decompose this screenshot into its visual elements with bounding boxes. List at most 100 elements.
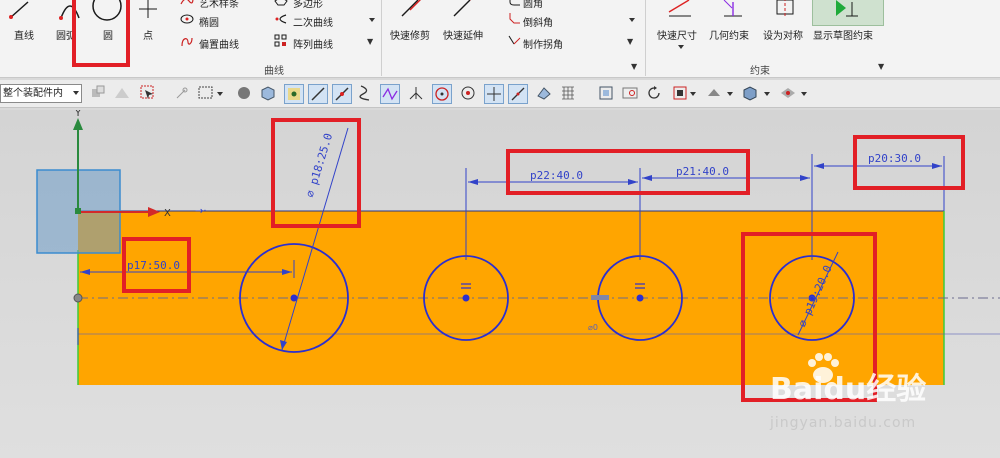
snap-curve-button[interactable] <box>356 84 376 104</box>
snap-midpoint-button[interactable] <box>332 84 352 104</box>
endpoint-icon <box>311 87 325 101</box>
chamfer-icon[interactable] <box>508 13 520 25</box>
point-button-label[interactable]: 点 <box>143 27 153 42</box>
point-icon[interactable] <box>138 0 158 20</box>
fit-view-button[interactable] <box>596 84 616 104</box>
select-multiple-button[interactable] <box>138 84 158 104</box>
shaded-view-button[interactable] <box>740 84 760 104</box>
arc-icon[interactable] <box>58 0 82 20</box>
snap-arc-center-button[interactable] <box>432 84 452 104</box>
chamfer-label[interactable]: 倒斜角 <box>523 14 553 29</box>
snap-quadrant-button[interactable] <box>458 84 478 104</box>
snap-tangent-button[interactable] <box>406 84 426 104</box>
curve-group-menu-icon[interactable]: ▼ <box>631 62 637 71</box>
rapid-dimension-icon[interactable] <box>667 0 693 18</box>
zoom-view-button[interactable] <box>620 84 640 104</box>
line-icon[interactable] <box>8 0 30 20</box>
orient-dropdown-icon[interactable] <box>690 92 696 96</box>
polygon-label[interactable]: 多边形 <box>293 0 323 10</box>
circle-button-label[interactable]: 圆 <box>103 27 113 42</box>
rectangle-select-dropdown-icon[interactable] <box>217 92 223 96</box>
ellipse-label[interactable]: 椭圆 <box>199 14 219 29</box>
centerline-endpoint[interactable] <box>73 293 83 303</box>
snap-intersection-button[interactable] <box>380 84 400 104</box>
circle-2-center[interactable] <box>462 294 470 302</box>
make-symmetric-label[interactable]: 设为对称 <box>763 27 803 42</box>
fillet-label[interactable]: 圆角 <box>523 0 543 10</box>
curve-icon <box>359 85 370 101</box>
snap-face-button[interactable] <box>534 84 554 104</box>
selection-toolbar: 整个装配件内 <box>0 80 1000 108</box>
make-corner-label[interactable]: 制作拐角 <box>523 36 563 51</box>
visibility-dropdown-icon[interactable] <box>801 92 807 96</box>
pattern-curve-icon[interactable] <box>274 34 288 48</box>
snap-endpoint-button[interactable] <box>308 84 328 104</box>
show-sketch-constraints-icon[interactable] <box>832 0 860 20</box>
rapid-dimension-dropdown-icon[interactable] <box>678 45 684 49</box>
arc-button-label[interactable]: 圆弧 <box>56 27 76 42</box>
fit-icon <box>599 86 613 100</box>
control-point-icon <box>288 88 300 100</box>
conic-label[interactable]: 二次曲线 <box>293 14 333 29</box>
snap-control-point-button[interactable] <box>284 84 304 104</box>
edit-gallery-expand-icon[interactable]: ▼ <box>627 37 633 46</box>
view-orientation-button[interactable] <box>670 84 690 104</box>
watermark-url: jingyan.baidu.com <box>770 415 917 431</box>
p22-dimension-label[interactable]: p22:40.0 <box>530 169 583 182</box>
chevron-down-icon[interactable] <box>73 91 79 95</box>
tangent-icon <box>409 87 423 100</box>
rectangle-select-button[interactable] <box>196 84 216 104</box>
rapid-dimension-label[interactable]: 快速尺寸 <box>657 27 697 42</box>
more-edit-dropdown-icon[interactable] <box>629 18 635 22</box>
offset-curve-label[interactable]: 偏置曲线 <box>199 36 239 51</box>
quick-trim-icon[interactable] <box>400 0 426 18</box>
p17-dimension-label[interactable]: p17:50.0 <box>127 259 180 272</box>
make-symmetric-icon[interactable] <box>772 0 798 18</box>
quick-extend-label[interactable]: 快速延伸 <box>443 27 483 42</box>
arc-center-icon <box>435 87 449 101</box>
snap-point-on-curve-button[interactable] <box>508 84 528 104</box>
geometric-constraints-label[interactable]: 几何约束 <box>709 27 749 42</box>
quadrant-icon <box>461 86 475 100</box>
feature-filter-button[interactable] <box>258 84 278 104</box>
more-curves-dropdown-icon[interactable] <box>369 18 375 22</box>
constraint-group-menu-icon[interactable]: ▼ <box>878 62 884 71</box>
quick-extend-icon[interactable] <box>452 0 478 18</box>
snap-bounded-grid-button[interactable] <box>558 84 578 104</box>
render-style-button[interactable] <box>704 84 724 104</box>
face-icon <box>537 87 551 100</box>
snap-settings-button[interactable] <box>172 84 192 104</box>
curve-gallery-expand-icon[interactable]: ▼ <box>367 37 373 46</box>
y-axis-label: Y <box>74 110 82 119</box>
quick-trim-label[interactable]: 快速修剪 <box>390 27 430 42</box>
circle-icon[interactable] <box>92 0 122 22</box>
show-sketch-constraints-label[interactable]: 显示草图约束 <box>813 27 873 42</box>
studio-spline-icon[interactable] <box>180 0 194 6</box>
fillet-icon[interactable] <box>508 0 520 6</box>
offset-curve-icon[interactable] <box>180 34 194 48</box>
studio-spline-label[interactable]: 艺术样条 <box>199 0 239 10</box>
p21-dimension-label[interactable]: p21:40.0 <box>676 165 729 178</box>
render-dropdown-icon[interactable] <box>727 92 733 96</box>
make-corner-icon[interactable] <box>507 34 521 48</box>
pattern-curve-label[interactable]: 阵列曲线 <box>293 36 333 51</box>
circle-3-center[interactable] <box>636 294 644 302</box>
geometric-constraints-icon[interactable] <box>720 0 746 18</box>
polygon-icon[interactable] <box>274 0 288 6</box>
snap-existing-point-button[interactable] <box>484 84 504 104</box>
visibility-button[interactable] <box>778 84 798 104</box>
solid-body-icon <box>238 87 250 99</box>
shaded-dropdown-icon[interactable] <box>764 92 770 96</box>
solid-filter-button[interactable] <box>234 84 254 104</box>
type-filter-button[interactable] <box>112 84 132 104</box>
p18-dimension-label[interactable]: ⌀ p18:25.0 <box>303 132 335 199</box>
intersection-icon <box>382 87 398 101</box>
assembly-filter-button[interactable] <box>88 84 108 104</box>
point-on-curve-icon <box>511 87 525 101</box>
rotate-view-button[interactable] <box>644 84 664 104</box>
p20-dimension-label[interactable]: p20:30.0 <box>868 152 921 165</box>
line-button-label[interactable]: 直线 <box>14 27 34 42</box>
conic-icon[interactable] <box>274 13 288 25</box>
ellipse-icon[interactable] <box>180 13 194 25</box>
selection-scope-dropdown[interactable]: 整个装配件内 <box>0 84 82 103</box>
